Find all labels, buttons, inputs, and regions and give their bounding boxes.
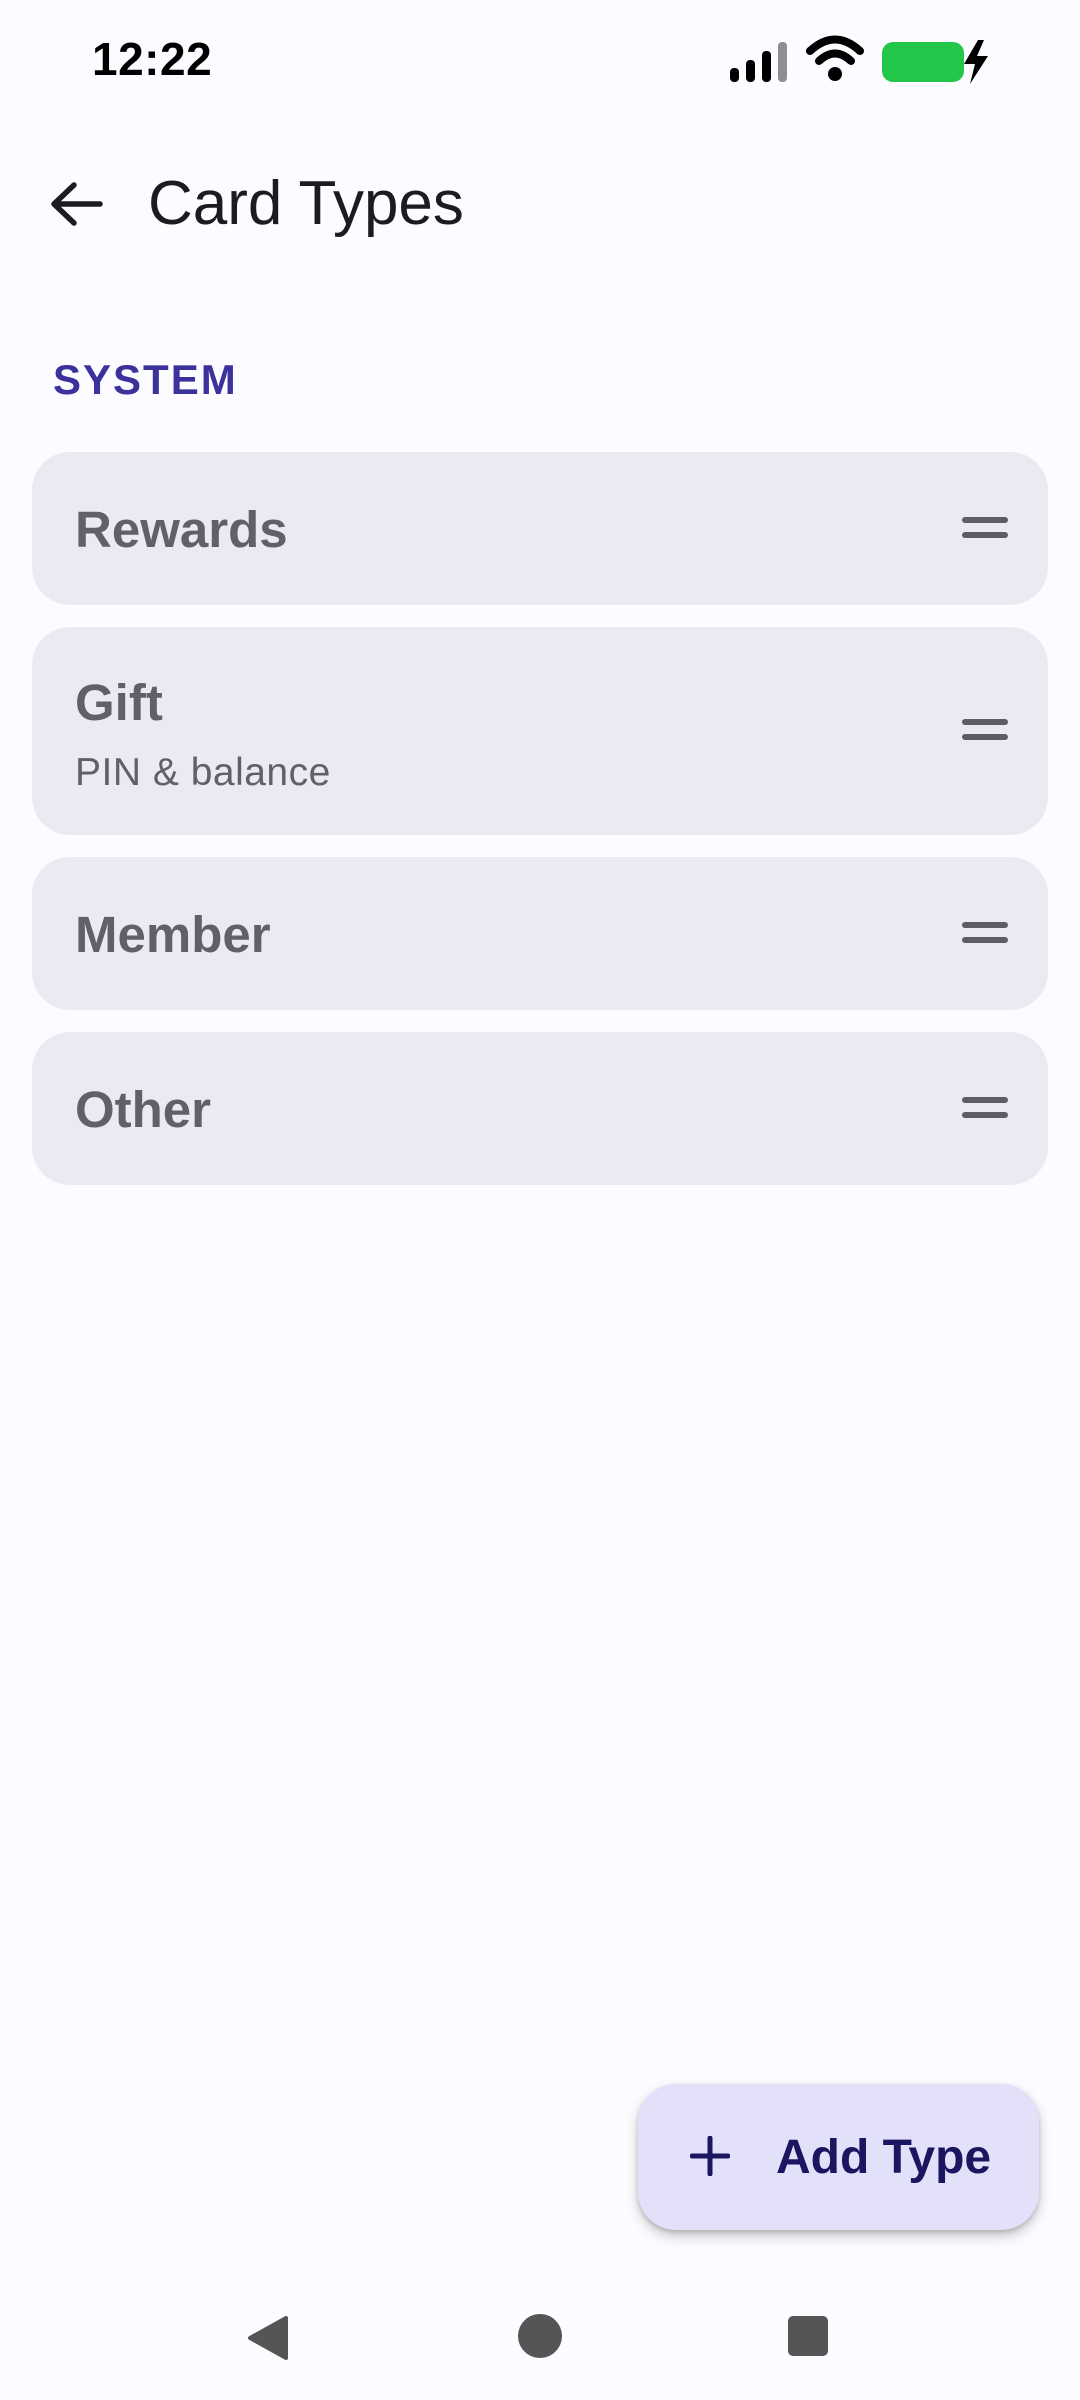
arrow-back-icon [51,182,103,226]
card-type-item-member[interactable]: Member [32,857,1048,1010]
card-type-label: Member [75,906,271,963]
card-type-item-gift[interactable]: Gift PIN & balance [32,627,1048,835]
signal-icon [730,42,787,82]
drag-handle-icon[interactable] [962,1095,1008,1121]
card-type-label: Rewards [75,501,288,558]
back-button[interactable] [30,158,122,250]
card-type-item-rewards[interactable]: Rewards [32,452,1048,605]
nav-back-icon[interactable] [246,2314,290,2362]
card-type-sublabel: PIN & balance [75,751,331,794]
section-header: SYSTEM [53,356,238,403]
card-type-label: Gift [75,674,163,731]
plus-icon [690,2136,730,2176]
page-title: Card Types [148,169,464,238]
battery-charging-icon [882,40,988,84]
system-nav-bar [0,2290,1080,2380]
wifi-icon [806,35,864,81]
drag-handle-icon[interactable] [962,515,1008,541]
card-type-item-other[interactable]: Other [32,1032,1048,1185]
add-type-label: Add Type [776,2131,992,2184]
status-time: 12:22 [92,33,213,85]
nav-recents-icon[interactable] [786,2314,830,2358]
drag-handle-icon[interactable] [962,920,1008,946]
card-type-label: Other [75,1081,212,1138]
screen: 12:22 Card Types SYSTEM Rewards Gift PIN… [0,0,1080,2400]
status-bar: 12:22 [0,0,1080,120]
add-type-button[interactable]: Add Type [638,2084,1039,2230]
app-bar: Card Types [0,150,1080,260]
drag-handle-icon[interactable] [962,717,1008,743]
nav-home-icon[interactable] [516,2312,564,2360]
card-type-list: Rewards Gift PIN & balance Member Other [32,452,1048,1207]
